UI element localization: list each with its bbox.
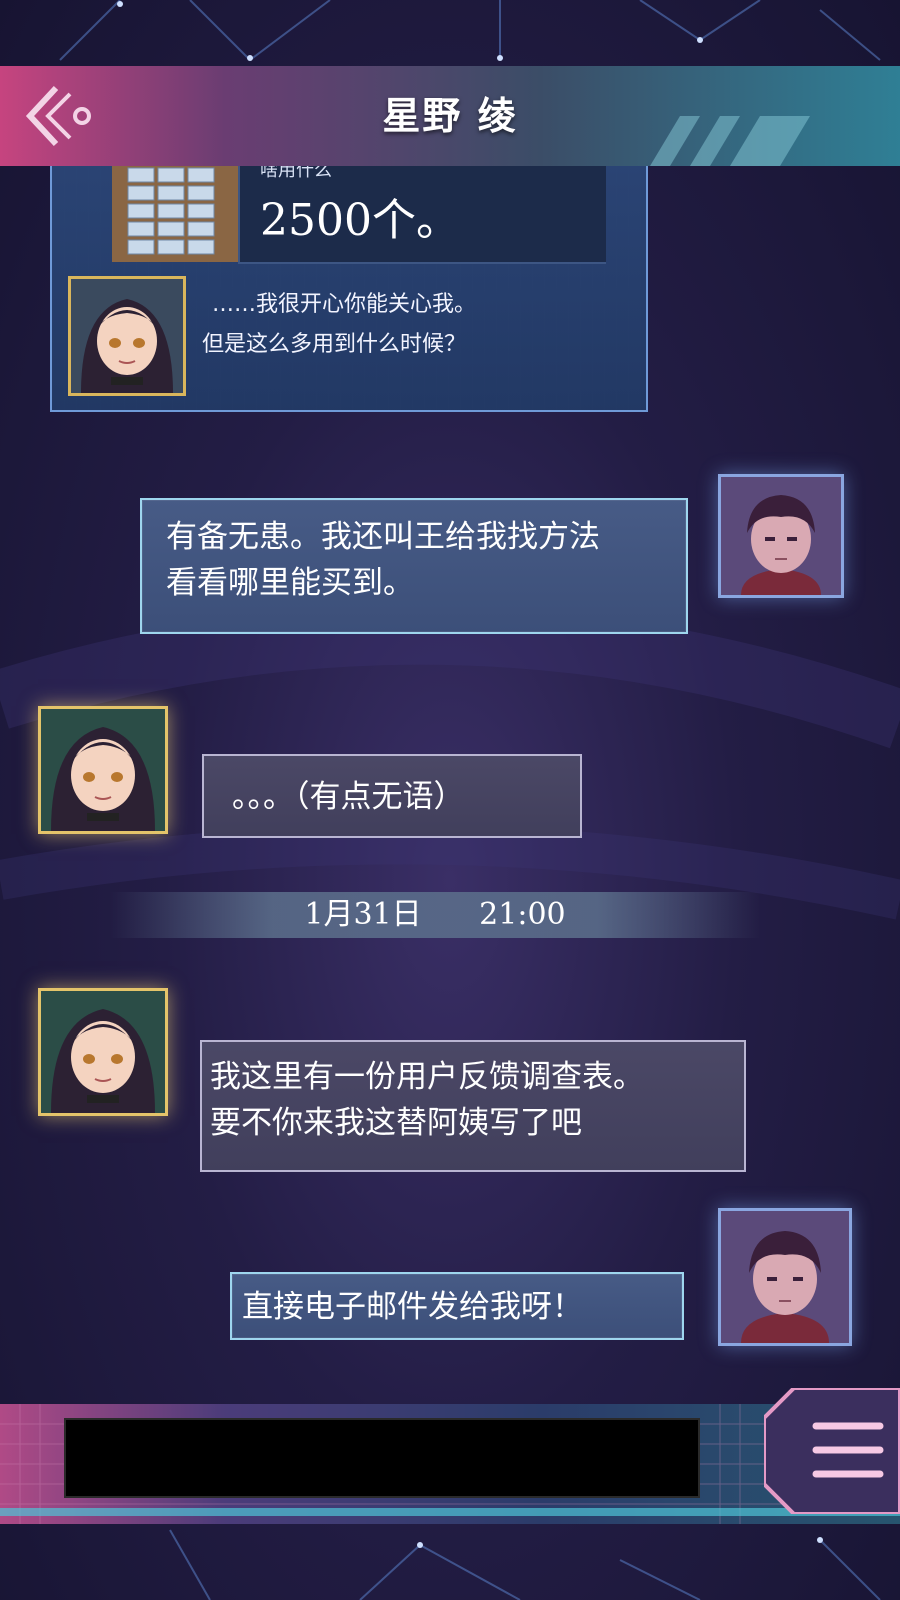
header-decoration — [650, 116, 810, 166]
message-line: 直接电子邮件发给我呀！ — [242, 1289, 583, 1325]
girl-avatar[interactable] — [38, 706, 168, 834]
quoted-message-text: 2500个。 — [260, 195, 460, 246]
timestamp-divider: 1月31日 21:00 — [110, 892, 760, 938]
message-line: 有备无患。我还叫王给我找方法 — [166, 519, 600, 555]
boy-avatar[interactable] — [718, 1208, 852, 1346]
boy-avatar[interactable] — [718, 474, 844, 598]
message-bubble: 直接电子邮件发给我呀！ — [230, 1272, 684, 1340]
message-line: 但是这么多用到什么时候？ — [202, 332, 467, 357]
message-line: 我这里有一份用户反馈调查表。 — [210, 1059, 644, 1095]
message-input[interactable] — [64, 1418, 700, 1498]
girl-avatar[interactable] — [68, 276, 186, 396]
previous-message-panel: 啥用什么 2500个。 ……我很开心你能关心我。 但是这么多用到什么时候？ — [50, 160, 648, 412]
message-line: 。。。（有点无语） — [232, 779, 465, 815]
message-bubble: 。。。（有点无语） — [202, 754, 582, 838]
message-bubble: 有备无患。我还叫王给我找方法 看看哪里能买到。 — [140, 498, 688, 634]
menu-lines-icon — [762, 1386, 900, 1516]
timestamp-time: 21:00 — [479, 897, 566, 932]
message-line: 要不你来我这替阿姨写了吧 — [210, 1105, 582, 1141]
message-line: ……我很开心你能关心我。 — [212, 292, 477, 317]
timestamp-date: 1月31日 — [304, 897, 422, 932]
quoted-message-box: 啥用什么 2500个。 — [238, 160, 606, 264]
chat-header: 星野 绫 — [0, 66, 900, 166]
message-line: 看看哪里能买到。 — [166, 565, 414, 601]
menu-button[interactable] — [762, 1386, 900, 1516]
message-bubble: 我这里有一份用户反馈调查表。 要不你来我这替阿姨写了吧 — [200, 1040, 746, 1172]
mask-boxes-image — [112, 162, 238, 262]
girl-avatar[interactable] — [38, 988, 168, 1116]
